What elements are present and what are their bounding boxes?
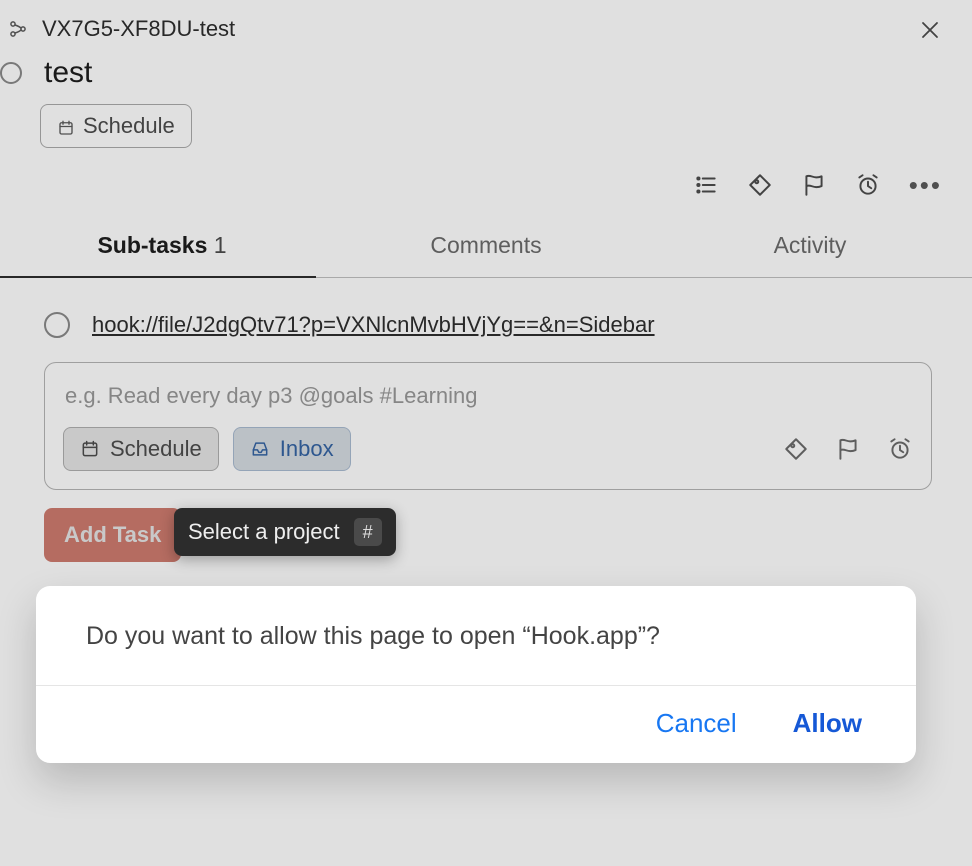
project-tooltip: Select a project # [174,508,396,556]
dialog-cancel-button[interactable]: Cancel [656,708,737,739]
dialog-allow-button[interactable]: Allow [793,708,862,739]
dialog-message: Do you want to allow this page to open “… [36,586,916,685]
project-tooltip-shortcut: # [354,518,382,546]
open-app-dialog: Do you want to allow this page to open “… [36,586,916,763]
project-tooltip-text: Select a project [188,519,340,545]
dialog-actions: Cancel Allow [36,686,916,763]
